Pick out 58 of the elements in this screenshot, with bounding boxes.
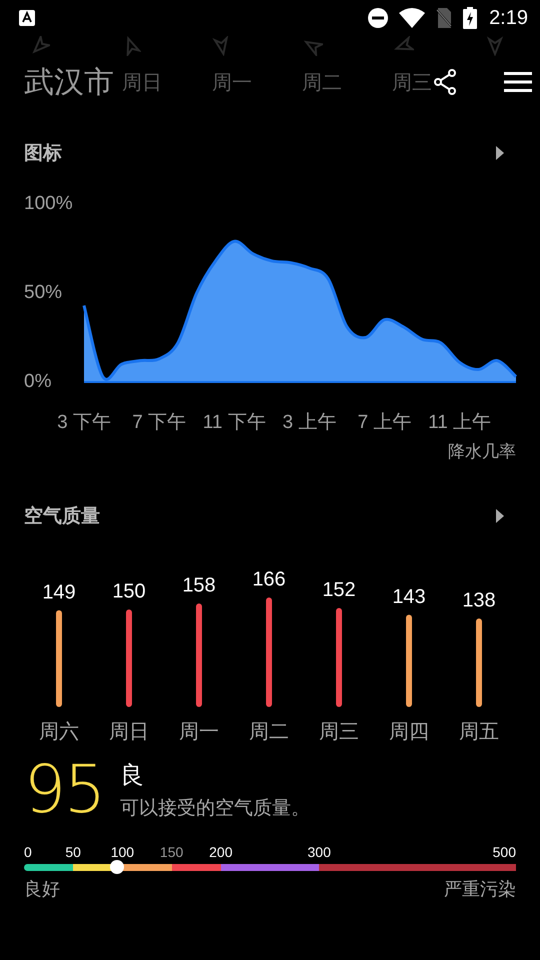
x-axis-label: 降水几率 [448,441,516,463]
scale-tick-label: 200 [209,844,232,860]
x-tick-label: 3 上午 [282,412,336,433]
section-title: 空气质量 [24,504,100,529]
day-label: 周一 [212,70,252,96]
scale-high-label: 严重污染 [444,878,516,901]
city-title: 武汉市 [24,64,114,100]
aqi-value: 158 [182,574,216,596]
chart-section-header[interactable]: 图标 [0,138,540,168]
day-label: 周二 [249,721,289,743]
aqi-value: 166 [252,568,286,590]
scale-tick-label: 300 [308,844,331,860]
aqi-value: 152 [322,579,356,601]
section-title: 图标 [24,142,62,166]
y-tick-label: 0% [24,371,52,392]
x-tick-label: 7 下午 [132,412,186,433]
scale-low-label: 良好 [24,878,60,901]
day-label: 周五 [459,721,499,743]
day-label: 周四 [389,721,429,743]
aqi-description: 可以接受的空气质量。 [120,796,310,820]
share-icon[interactable] [432,69,458,95]
aqi-level-label: 良 [120,760,145,790]
no-sim-icon [435,7,454,29]
y-tick-label: 50% [24,282,62,304]
aqi-value: 150 [112,580,146,602]
aqi-marker [110,860,124,874]
day-label: 周三 [392,70,432,96]
aqi-value: 149 [42,581,76,604]
expand-arrow-icon [496,509,504,523]
font-app-icon [19,10,35,26]
wind-arrow-icon [30,36,50,56]
scale-tick-label: 50 [65,844,81,860]
day-label: 周三 [319,721,359,743]
scale-tick-label: 0 [24,844,32,860]
day-label: 周日 [109,721,149,743]
day-label: 周六 [39,721,79,743]
aqi-value: 143 [392,586,426,608]
day-label: 周日 [122,70,162,96]
do-not-disturb-icon [367,7,390,29]
day-label: 周一 [179,721,219,743]
y-tick-label: 100% [24,193,73,214]
scale-tick-label: 150 [160,844,184,860]
x-tick-label: 7 上午 [358,412,412,433]
scale-tick-label: 100 [110,844,134,860]
x-tick-label: 11 上午 [428,412,492,433]
day-label: 周二 [302,70,342,96]
clock-time: 2:19 [489,6,528,30]
air-section-header[interactable]: 空气质量 [0,501,540,531]
x-tick-label: 3 下午 [57,412,111,433]
aqi-value: 138 [462,590,496,612]
menu-icon[interactable] [504,72,532,92]
scale-tick-label: 500 [492,844,516,860]
wifi-icon [399,8,426,28]
aqi-current-value: 95 [24,751,104,828]
battery-charging-icon [463,7,478,29]
expand-arrow-icon [496,146,504,160]
wind-arrow-icon [485,36,505,56]
x-tick-label: 11 下午 [202,412,266,433]
